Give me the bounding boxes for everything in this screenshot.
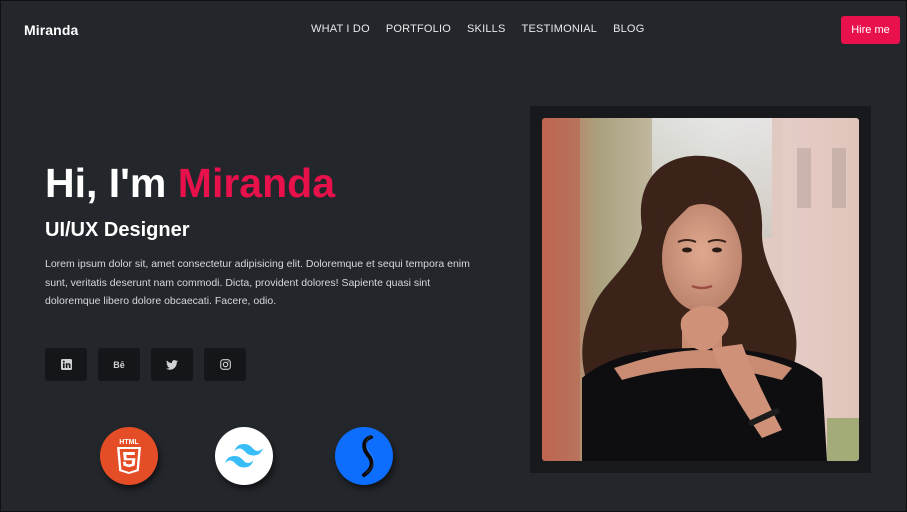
hero-name: Miranda bbox=[177, 160, 335, 206]
linkedin-icon bbox=[60, 359, 72, 370]
hero-title: Hi, I'm Miranda bbox=[45, 163, 335, 204]
tailwind-badge bbox=[215, 427, 273, 485]
behance-button[interactable]: Bē bbox=[98, 348, 140, 381]
profile-photo-frame bbox=[530, 106, 871, 473]
nav-link-what-i-do[interactable]: WHAT I DO bbox=[311, 23, 370, 35]
styled-icon bbox=[362, 434, 375, 477]
nav-link-blog[interactable]: BLOG bbox=[613, 23, 644, 35]
twitter-button[interactable] bbox=[151, 348, 193, 381]
html5-icon: HTML bbox=[117, 439, 141, 474]
tailwind-icon bbox=[225, 444, 263, 468]
linkedin-button[interactable] bbox=[45, 348, 87, 381]
hero-description: Lorem ipsum dolor sit, amet consectetur … bbox=[45, 258, 470, 307]
instagram-button[interactable] bbox=[204, 348, 246, 381]
nav-link-skills[interactable]: SKILLS bbox=[467, 23, 506, 35]
hero-role: UI/UX Designer bbox=[45, 219, 190, 241]
twitter-icon bbox=[166, 359, 178, 370]
main-nav: WHAT I DO PORTFOLIO SKILLS TESTIMONIAL B… bbox=[311, 23, 644, 35]
behance-icon: Bē bbox=[113, 359, 125, 370]
html5-badge: HTML bbox=[100, 427, 158, 485]
styled-badge bbox=[335, 427, 393, 485]
nav-link-portfolio[interactable]: PORTFOLIO bbox=[386, 23, 451, 35]
instagram-icon bbox=[219, 359, 231, 370]
social-links: Bē bbox=[45, 348, 246, 381]
brand-logo[interactable]: Miranda bbox=[24, 22, 78, 38]
hero-greeting: Hi, I'm bbox=[45, 160, 167, 206]
html-label: HTML bbox=[119, 439, 139, 446]
nav-link-testimonial[interactable]: TESTIMONIAL bbox=[522, 23, 598, 35]
hire-me-button[interactable]: Hire me bbox=[841, 16, 900, 44]
profile-photo bbox=[542, 118, 859, 461]
